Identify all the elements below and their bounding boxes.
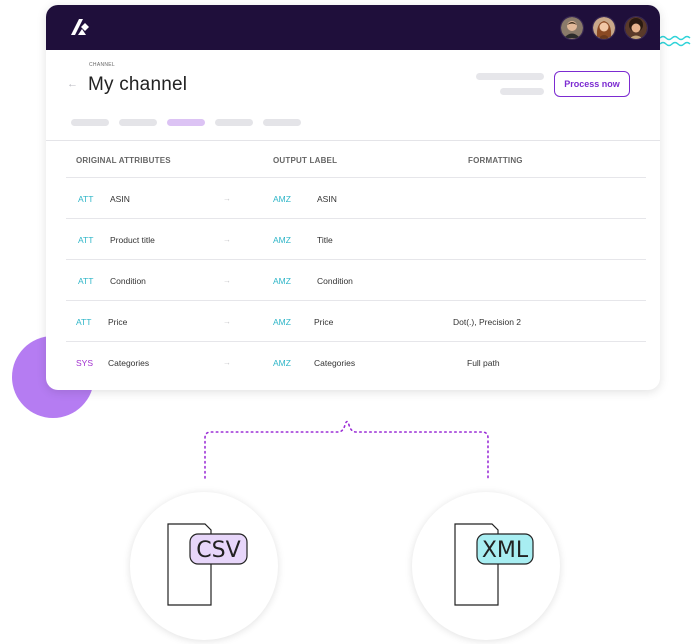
mapping-table: ORIGINAL ATTRIBUTES OUTPUT LABEL FORMATT… [66,141,646,382]
avatar[interactable] [560,16,584,40]
arrow-right-icon: → [223,317,231,326]
attribute-tag: ATT [76,317,92,327]
tab-placeholder-active[interactable] [167,119,205,126]
table-row[interactable]: SYS Categories → AMZ Categories Full pat… [66,342,646,382]
placeholder-bar [500,88,544,95]
column-header: ORIGINAL ATTRIBUTES [76,156,171,165]
output-tag: AMZ [273,194,291,204]
avatar[interactable] [592,16,616,40]
csv-label: CSV [196,538,240,563]
source-attribute: Price [108,317,128,327]
output-tag: AMZ [273,358,291,368]
output-label: Price [314,317,334,327]
tab-placeholder[interactable] [263,119,301,126]
csv-file-icon[interactable]: CSV [165,522,255,608]
tab-placeholder[interactable] [119,119,157,126]
attribute-tag: ATT [78,194,94,204]
xml-file-icon[interactable]: XML [452,522,542,608]
table-row[interactable]: ATT Condition → AMZ Condition [66,260,646,301]
process-now-button[interactable]: Process now [554,71,630,97]
table-row[interactable]: ATT Price → AMZ Price Dot(.), Precision … [66,301,646,342]
logo-icon [71,19,89,35]
source-attribute: Product title [110,235,155,245]
placeholder-bar [476,73,544,80]
arrow-right-icon: → [223,235,231,244]
top-bar [46,5,660,50]
table-row[interactable]: ATT Product title → AMZ Title [66,219,646,260]
output-tag: AMZ [273,276,291,286]
avatar-group [560,16,648,40]
xml-label: XML [482,538,529,563]
column-header: OUTPUT LABEL [273,156,338,165]
output-connector [204,420,489,479]
arrow-right-icon: → [223,194,231,203]
output-label: Title [317,235,333,245]
attribute-tag: ATT [78,235,94,245]
source-attribute: ASIN [110,194,130,204]
arrow-right-icon: → [223,276,231,285]
tab-placeholder[interactable] [71,119,109,126]
squiggle-decoration [659,35,691,47]
output-label: Categories [314,358,356,368]
column-header: FORMATTING [468,156,523,165]
tab-bar [71,119,301,126]
output-tag: AMZ [273,317,291,327]
table-header: ORIGINAL ATTRIBUTES OUTPUT LABEL FORMATT… [66,141,646,178]
source-attribute: Categories [108,358,150,368]
output-tag: AMZ [273,235,291,245]
arrow-right-icon: → [223,358,231,367]
attribute-tag: SYS [76,358,94,368]
avatar[interactable] [624,16,648,40]
page-title: My channel [88,74,188,95]
output-label: Condition [317,276,353,286]
formatting-value: Dot(.), Precision 2 [453,317,522,327]
channel-header: CHANNEL ← My channel Process now [46,50,660,141]
channel-caption: CHANNEL [89,62,115,68]
formatting-value: Full path [467,358,500,368]
output-label: ASIN [317,194,337,204]
attribute-tag: ATT [78,276,94,286]
tab-placeholder[interactable] [215,119,253,126]
back-arrow-icon[interactable]: ← [67,78,78,90]
table-row[interactable]: ATT ASIN → AMZ ASIN [66,178,646,219]
source-attribute: Condition [110,276,146,286]
channel-card: CHANNEL ← My channel Process now ORIGINA… [46,5,660,390]
